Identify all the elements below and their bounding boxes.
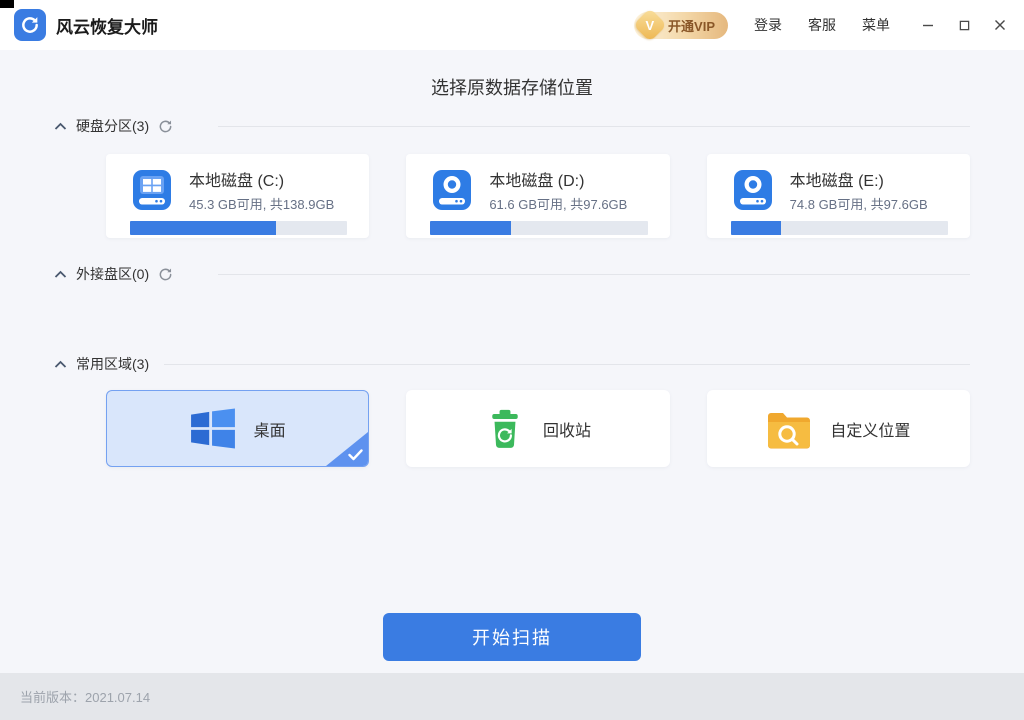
disk-card-row: 本地磁盘 (C:) 45.3 GB可用, 共138.9GB 本地磁盘 (D:	[106, 154, 970, 238]
disk-name: 本地磁盘 (E:)	[790, 167, 928, 191]
location-card-recycle-bin[interactable]: 回收站	[406, 390, 669, 467]
screen-corner-artifact	[0, 0, 14, 8]
disk-detail: 74.8 GB可用, 共97.6GB	[790, 194, 928, 213]
section-label-common: 常用区域(3)	[76, 354, 149, 374]
system-drive-icon	[130, 168, 174, 212]
refresh-external-icon[interactable]	[158, 267, 173, 282]
vip-button[interactable]: V 开通VIP	[634, 12, 728, 39]
section-divider	[218, 274, 970, 275]
footer: 当前版本：2021.07.14	[0, 673, 1024, 720]
disk-usage-bar	[430, 221, 647, 235]
section-header-hdd: 硬盘分区(3)	[54, 116, 970, 136]
disk-usage-fill	[130, 221, 276, 235]
disk-name: 本地磁盘 (C:)	[189, 167, 334, 191]
windows-logo-icon	[190, 408, 236, 449]
section-header-external: 外接盘区(0)	[54, 264, 970, 284]
check-icon	[348, 449, 363, 461]
app-title: 风云恢复大师	[56, 13, 158, 38]
titlebar: 风云恢复大师 V 开通VIP 登录 客服 菜单	[0, 0, 1024, 50]
collapse-chevron-up-icon[interactable]	[54, 122, 67, 131]
location-card-custom-path[interactable]: 自定义位置	[707, 390, 970, 467]
drive-icon	[430, 168, 474, 212]
minimize-button[interactable]	[920, 17, 936, 33]
location-label: 回收站	[543, 417, 591, 441]
disk-detail: 61.6 GB可用, 共97.6GB	[489, 194, 627, 213]
collapse-chevron-up-icon[interactable]	[54, 270, 67, 279]
recycle-arrows-icon	[20, 15, 40, 35]
main-content: 选择原数据存储位置 硬盘分区(3)	[0, 50, 1024, 673]
disk-card-c[interactable]: 本地磁盘 (C:) 45.3 GB可用, 共138.9GB	[106, 154, 369, 238]
section-divider	[164, 364, 970, 365]
maximize-button[interactable]	[956, 17, 972, 33]
disk-detail: 45.3 GB可用, 共138.9GB	[189, 194, 334, 213]
support-link[interactable]: 客服	[808, 15, 836, 35]
vip-label: 开通VIP	[668, 16, 715, 35]
disk-card-d[interactable]: 本地磁盘 (D:) 61.6 GB可用, 共97.6GB	[406, 154, 669, 238]
close-button[interactable]	[992, 17, 1008, 33]
refresh-hdd-icon[interactable]	[158, 119, 173, 134]
disk-card-e[interactable]: 本地磁盘 (E:) 74.8 GB可用, 共97.6GB	[707, 154, 970, 238]
start-scan-button[interactable]: 开始扫描	[383, 613, 641, 661]
app-logo-icon	[14, 9, 46, 41]
maximize-icon	[959, 20, 970, 31]
section-label-external: 外接盘区(0)	[76, 264, 149, 284]
location-label: 自定义位置	[830, 417, 910, 441]
selected-check-badge	[326, 432, 368, 466]
folder-search-icon	[766, 409, 812, 449]
section-divider	[218, 126, 970, 127]
drive-icon	[731, 168, 775, 212]
section-header-common: 常用区域(3)	[54, 354, 970, 374]
disk-usage-bar	[130, 221, 347, 235]
section-label-hdd: 硬盘分区(3)	[76, 116, 149, 136]
disk-usage-bar	[731, 221, 948, 235]
window-controls	[920, 17, 1008, 33]
disk-usage-fill	[430, 221, 510, 235]
location-label: 桌面	[254, 417, 286, 441]
titlebar-right: V 开通VIP 登录 客服 菜单	[634, 12, 1008, 39]
page-title: 选择原数据存储位置	[54, 76, 970, 100]
collapse-chevron-up-icon[interactable]	[54, 360, 67, 369]
app-window: 风云恢复大师 V 开通VIP 登录 客服 菜单	[0, 0, 1024, 720]
location-card-row: 桌面 回收站	[106, 390, 970, 467]
login-link[interactable]: 登录	[754, 15, 782, 35]
close-icon	[994, 19, 1006, 31]
vip-v-icon: V	[633, 8, 667, 42]
recycle-bin-icon	[485, 408, 525, 450]
disk-usage-fill	[731, 221, 781, 235]
location-card-desktop[interactable]: 桌面	[106, 390, 369, 467]
disk-name: 本地磁盘 (D:)	[489, 167, 627, 191]
minimize-icon	[922, 19, 934, 31]
menu-link[interactable]: 菜单	[862, 15, 890, 35]
version-label: 当前版本：2021.07.14	[20, 687, 150, 706]
brand: 风云恢复大师	[14, 9, 158, 41]
